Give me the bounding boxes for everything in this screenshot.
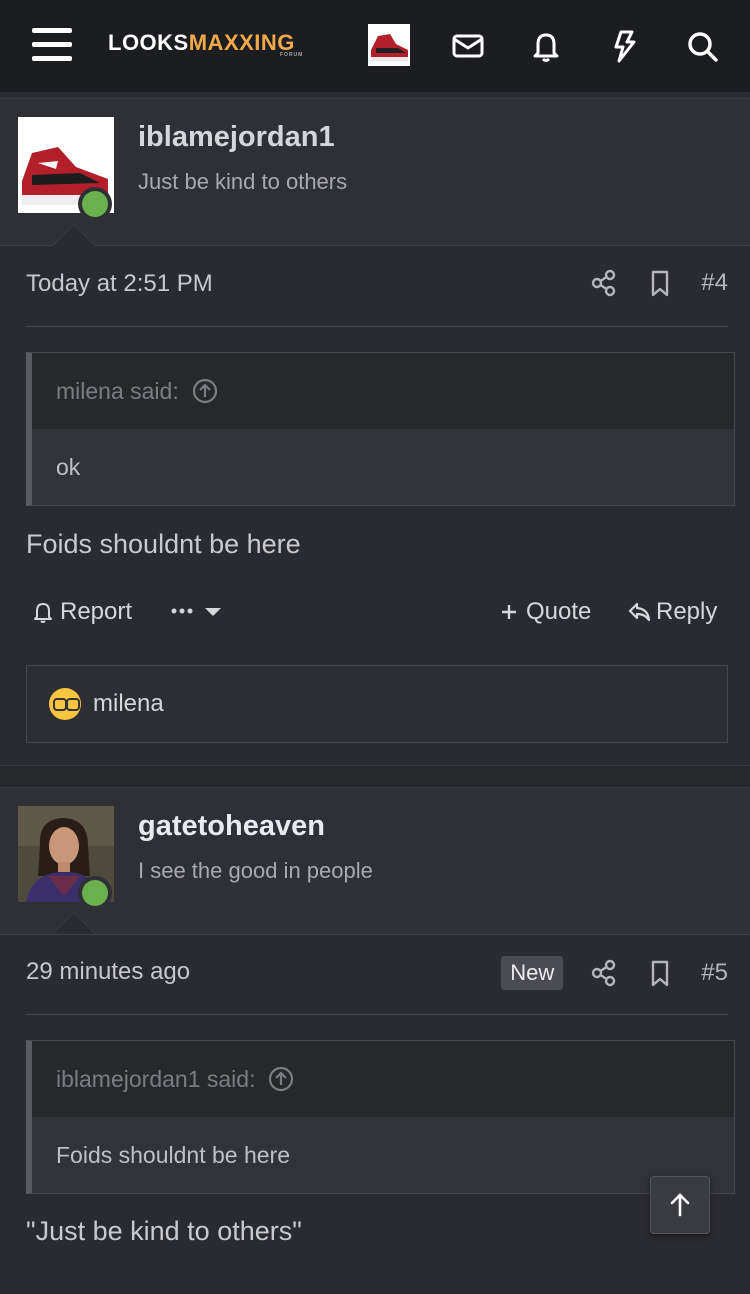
bookmark-icon[interactable]: [645, 268, 675, 298]
chevron-down-icon: [205, 608, 221, 616]
post-meta-actions: New #5: [501, 956, 728, 990]
post-separator: [0, 765, 750, 789]
top-navbar: LOOKSMAXXING FORUM: [0, 0, 750, 92]
share-icon[interactable]: [589, 958, 619, 988]
post-meta-actions: #4: [589, 268, 728, 298]
account-avatar[interactable]: [368, 24, 410, 66]
header-pointer: [52, 912, 96, 934]
reply-label: Reply: [656, 598, 718, 625]
username[interactable]: gatetoheaven: [138, 810, 325, 843]
share-icon[interactable]: [589, 268, 619, 298]
envelope-icon[interactable]: [448, 26, 488, 66]
quote-block: iblamejordan1 said: Foids shouldnt be he…: [26, 1040, 735, 1194]
report-label: Report: [60, 598, 133, 625]
quote-button[interactable]: Quote: [496, 598, 591, 626]
bolt-icon[interactable]: [604, 26, 644, 66]
reaction-user[interactable]: milena: [93, 690, 164, 718]
online-status-icon: [78, 876, 112, 910]
logo-subtitle: FORUM: [280, 52, 304, 58]
more-options-button[interactable]: [170, 598, 226, 624]
site-logo[interactable]: LOOKSMAXXING FORUM: [108, 30, 302, 58]
header-pointer: [52, 224, 96, 246]
quote-author: milena said:: [56, 377, 179, 404]
search-icon[interactable]: [682, 26, 722, 66]
arrow-up-circle-icon[interactable]: [191, 377, 219, 405]
divider: [26, 326, 728, 327]
post-user-header: gatetoheaven I see the good in people: [0, 787, 750, 935]
username[interactable]: iblamejordan1: [138, 121, 335, 154]
bell-icon[interactable]: [526, 26, 566, 66]
post-message: "Just be kind to others": [26, 1216, 302, 1246]
report-button[interactable]: Report: [30, 598, 132, 626]
online-status-icon: [78, 187, 112, 221]
arrow-up-circle-icon[interactable]: [267, 1065, 295, 1093]
ellipsis-icon: [171, 608, 193, 614]
quote-text: Foids shouldnt be here: [32, 1117, 734, 1193]
quote-author: iblamejordan1 said:: [56, 1065, 256, 1092]
post-number[interactable]: #5: [701, 959, 728, 987]
post-number[interactable]: #4: [701, 269, 728, 297]
bell-icon: [34, 603, 52, 623]
quote-header[interactable]: milena said:: [32, 353, 734, 429]
post-user-header: iblamejordan1 Just be kind to others: [0, 98, 750, 246]
reply-button[interactable]: Reply: [626, 598, 717, 626]
quote-block: milena said: ok: [26, 352, 735, 506]
post-time[interactable]: Today at 2:51 PM: [26, 270, 213, 298]
user-title: I see the good in people: [138, 858, 373, 883]
reply-arrow-icon: [628, 602, 651, 622]
post-time[interactable]: 29 minutes ago: [26, 958, 190, 986]
quote-header[interactable]: iblamejordan1 said:: [32, 1041, 734, 1117]
new-badge: New: [501, 956, 564, 990]
user-title: Just be kind to others: [138, 169, 348, 194]
scroll-to-top-button[interactable]: [650, 1176, 710, 1234]
menu-icon[interactable]: [32, 28, 72, 62]
post-actions: Report Quote Reply: [26, 598, 728, 638]
nerd-emoji-icon: [49, 688, 81, 720]
post-message: Foids shouldnt be here: [26, 529, 301, 559]
logo-text-accent: MAXXING: [188, 30, 295, 55]
quote-label: Quote: [526, 598, 592, 625]
bookmark-icon[interactable]: [645, 958, 675, 988]
arrow-up-icon: [670, 1193, 690, 1217]
reactions-bar[interactable]: milena: [26, 665, 728, 743]
logo-text-primary: LOOKS: [108, 30, 189, 55]
plus-icon: [502, 605, 516, 619]
divider: [26, 1014, 728, 1015]
quote-text: ok: [32, 429, 734, 505]
